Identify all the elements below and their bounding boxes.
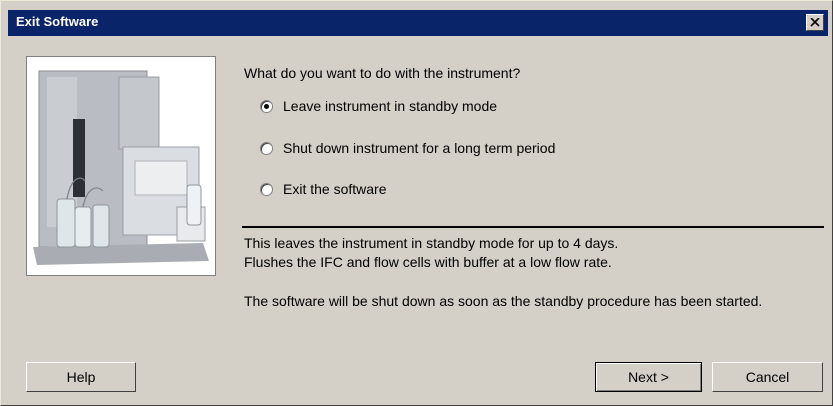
option-exit[interactable]: Exit the software bbox=[260, 179, 387, 199]
option-standby-label: Leave instrument in standby mode bbox=[283, 98, 498, 114]
title-bar[interactable]: Exit Software bbox=[8, 10, 828, 36]
description-line-2: Flushes the IFC and flow cells with buff… bbox=[244, 254, 612, 270]
description-line-1: This leaves the instrument in standby mo… bbox=[244, 235, 619, 251]
window-title: Exit Software bbox=[16, 14, 99, 29]
cancel-button[interactable]: Cancel bbox=[712, 362, 823, 392]
close-button[interactable] bbox=[806, 14, 824, 31]
exit-software-dialog: Exit Software What do you want to do wit… bbox=[0, 0, 833, 406]
option-standby[interactable]: Leave instrument in standby mode bbox=[260, 96, 497, 116]
description-line-3: The software will be shut down as soon a… bbox=[244, 293, 763, 309]
question-label: What do you want to do with the instrume… bbox=[244, 65, 521, 81]
instrument-icon bbox=[27, 57, 215, 275]
option-exit-label: Exit the software bbox=[283, 181, 387, 197]
help-button[interactable]: Help bbox=[26, 362, 136, 392]
close-icon bbox=[810, 18, 820, 27]
section-divider bbox=[242, 226, 824, 228]
radio-shutdown[interactable] bbox=[260, 141, 273, 155]
next-button[interactable]: Next > bbox=[595, 362, 702, 392]
radio-standby[interactable] bbox=[260, 99, 273, 113]
option-shutdown-label: Shut down instrument for a long term per… bbox=[283, 140, 556, 156]
instrument-image bbox=[26, 56, 216, 276]
option-shutdown[interactable]: Shut down instrument for a long term per… bbox=[260, 138, 555, 158]
radio-exit[interactable] bbox=[260, 182, 273, 196]
